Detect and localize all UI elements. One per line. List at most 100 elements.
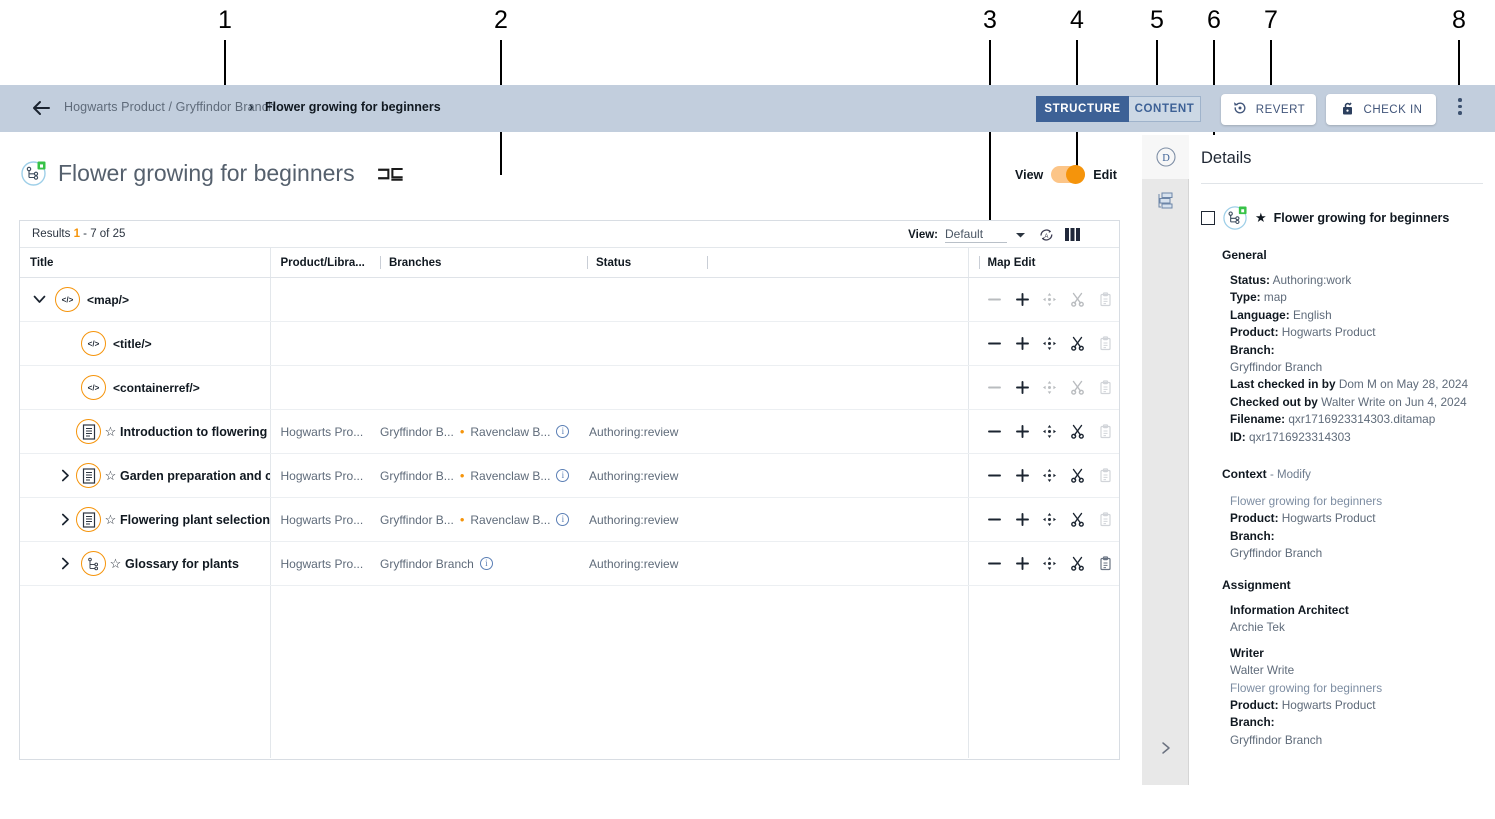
cell-map-edit[interactable] <box>967 453 1119 498</box>
cell-map-edit[interactable] <box>967 365 1119 410</box>
info-icon[interactable]: i <box>556 425 570 438</box>
cell-title[interactable]: ☆Garden preparation and care <box>20 453 270 498</box>
cell-map-edit[interactable] <box>967 277 1119 322</box>
map-edit-move-icon <box>1036 375 1064 401</box>
svg-text:D: D <box>1162 153 1170 164</box>
context-link[interactable]: Flower growing for beginners <box>1230 493 1488 510</box>
map-edit-remove-icon[interactable] <box>981 551 1009 577</box>
cell-title[interactable]: </> <map/> <box>20 277 270 322</box>
cell-map-edit[interactable] <box>967 409 1119 454</box>
view-selector-group[interactable]: View: Default A <box>908 224 1111 245</box>
collapse-chevron-icon[interactable] <box>28 295 50 304</box>
context-modify-link[interactable]: - Modify <box>1270 469 1311 481</box>
view-edit-toggle-group[interactable]: View Edit <box>1015 165 1117 184</box>
grid-kebab-icon[interactable] <box>1085 224 1111 245</box>
favorite-star-icon[interactable]: ☆ <box>101 512 120 528</box>
branch-value: Ravenclaw B... <box>470 424 551 439</box>
view-edit-switch[interactable] <box>1051 165 1086 184</box>
results-bar: Results 1 - 7 of 25 View: Default A <box>20 221 1119 248</box>
page-title-row: Flower growing for beginners ⊐⊑ <box>20 160 404 187</box>
back-arrow-icon[interactable] <box>30 97 52 119</box>
map-edit-cut-icon[interactable] <box>1064 551 1092 577</box>
topic-icon <box>76 463 101 488</box>
map-edit-paste-icon[interactable] <box>1091 551 1119 577</box>
map-edit-move-icon[interactable] <box>1036 551 1064 577</box>
cell-map-edit[interactable] <box>967 321 1119 366</box>
more-options-kebab-icon[interactable] <box>1452 98 1468 120</box>
rail-item-hierarchy[interactable] <box>1142 179 1189 223</box>
favorite-star-icon[interactable]: ☆ <box>101 468 120 484</box>
map-edit-remove-icon <box>981 375 1009 401</box>
col-mapedit[interactable]: Map Edit <box>967 248 1119 278</box>
chevron-down-icon[interactable] <box>1007 224 1033 245</box>
cell-map-edit[interactable] <box>967 497 1119 542</box>
map-edit-remove-icon[interactable] <box>981 507 1009 533</box>
expand-chevron-icon[interactable] <box>54 513 76 526</box>
map-edit-remove-icon[interactable] <box>981 419 1009 445</box>
code-icon: </> <box>81 331 106 356</box>
details-general-body: Status: Authoring:work Type: map Languag… <box>1230 272 1488 446</box>
assignment-product: Product: Hogwarts Product <box>1230 698 1376 713</box>
table-row[interactable]: </> <map/> <box>20 277 1119 322</box>
map-edit-move-icon[interactable] <box>1036 463 1064 489</box>
table-row[interactable]: ☆ Flowering plant selection Hogwarts Pro..… <box>20 497 1119 542</box>
expand-chevron-icon[interactable] <box>54 469 76 482</box>
cell-map-edit[interactable] <box>967 541 1119 586</box>
view-select-value[interactable]: Default <box>945 227 1007 243</box>
table-row[interactable]: ☆Introduction to flowering gardens Hogwar… <box>20 409 1119 454</box>
cell-title[interactable]: ☆ Glossary for plants <box>20 541 270 586</box>
map-edit-add-icon[interactable] <box>1008 463 1036 489</box>
map-edit-cut-icon[interactable] <box>1064 331 1092 357</box>
checkin-button[interactable]: CHECK IN <box>1326 94 1436 125</box>
map-edit-add-icon[interactable] <box>1008 287 1036 313</box>
tab-content[interactable]: CONTENT <box>1129 96 1201 122</box>
info-icon[interactable]: i <box>479 557 493 570</box>
map-edit-remove-icon[interactable] <box>981 331 1009 357</box>
expand-chevron-icon[interactable] <box>54 557 76 570</box>
col-branches[interactable]: Branches <box>370 248 577 278</box>
rail-expand-chevron-icon[interactable] <box>1142 735 1189 761</box>
map-edit-add-icon[interactable] <box>1008 419 1036 445</box>
cell-title[interactable]: ☆Introduction to flowering gardens <box>20 409 270 454</box>
table-row[interactable]: </> <title/> <box>20 321 1119 366</box>
favorite-star-icon[interactable]: ★ <box>1255 210 1267 226</box>
info-icon[interactable]: i <box>556 469 570 482</box>
map-edit-cut-icon[interactable] <box>1064 507 1092 533</box>
rail-item-details[interactable]: D <box>1142 135 1189 179</box>
table-row[interactable]: ☆ Glossary for plants Hogwarts Pro... Gryff… <box>20 541 1119 586</box>
breadcrumb-parent[interactable]: Hogwarts Product / Gryffindor Branch <box>64 100 275 114</box>
columns-icon[interactable] <box>1059 224 1085 245</box>
map-edit-move-icon[interactable] <box>1036 507 1064 533</box>
revert-button[interactable]: REVERT <box>1221 94 1316 125</box>
svg-text:</>: </> <box>88 339 100 348</box>
tab-structure[interactable]: STRUCTURE <box>1036 96 1129 122</box>
col-branches-label: Branches <box>389 256 442 269</box>
col-title[interactable]: Title <box>20 248 270 278</box>
favorite-star-icon[interactable]: ☆ <box>106 556 125 572</box>
map-edit-cut-icon[interactable] <box>1064 419 1092 445</box>
map-edit-add-icon[interactable] <box>1008 331 1036 357</box>
branch-separator: • <box>459 424 465 439</box>
map-edit-cut-icon[interactable] <box>1064 463 1092 489</box>
details-item-header: ★ Flower growing for beginners <box>1201 205 1449 231</box>
map-edit-remove-icon[interactable] <box>981 463 1009 489</box>
structure-content-toggle[interactable]: STRUCTURE CONTENT <box>1036 96 1201 122</box>
map-edit-move-icon[interactable] <box>1036 419 1064 445</box>
detail-product: Product: Hogwarts Product <box>1230 325 1376 340</box>
assignment-link[interactable]: Flower growing for beginners <box>1230 680 1488 697</box>
details-select-checkbox[interactable] <box>1201 211 1215 225</box>
map-edit-add-icon[interactable] <box>1008 507 1036 533</box>
cell-title[interactable]: </> <title/> <box>20 321 270 366</box>
col-status[interactable]: Status <box>577 248 697 278</box>
info-icon[interactable]: i <box>556 513 570 526</box>
refresh-icon[interactable]: A <box>1033 224 1059 245</box>
favorite-star-icon[interactable]: ☆ <box>101 424 120 440</box>
col-product[interactable]: Product/Libra... <box>269 248 370 278</box>
map-edit-add-icon[interactable] <box>1008 375 1036 401</box>
map-edit-add-icon[interactable] <box>1008 551 1036 577</box>
cell-title[interactable]: ☆ Flowering plant selection <box>20 497 270 542</box>
table-row[interactable]: ☆Garden preparation and care Hogwarts Pro… <box>20 453 1119 498</box>
cell-title[interactable]: </> <containerref/> <box>20 365 270 410</box>
table-row[interactable]: </> <containerref/> <box>20 365 1119 410</box>
map-edit-move-icon[interactable] <box>1036 331 1064 357</box>
